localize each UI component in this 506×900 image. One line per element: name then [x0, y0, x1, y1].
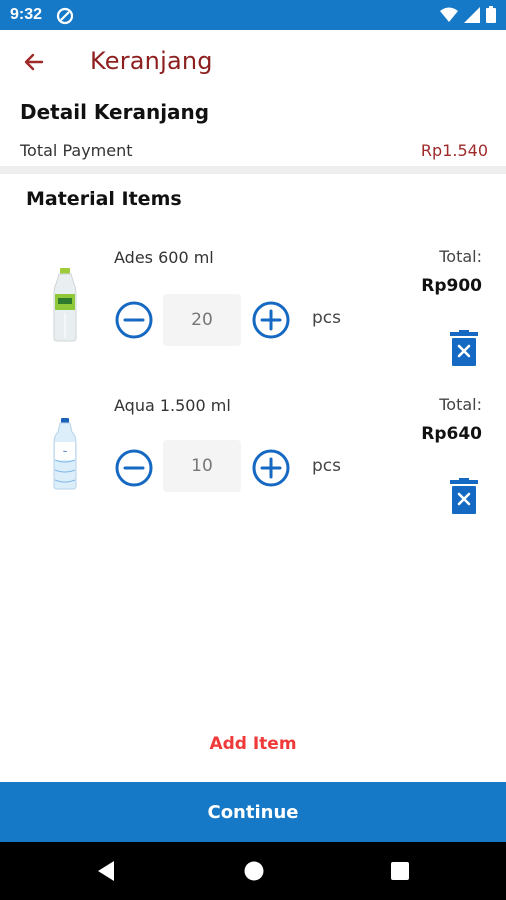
plus-circle-icon[interactable]	[251, 448, 291, 488]
continue-button[interactable]: Continue	[0, 782, 506, 842]
status-time: 9:32	[10, 6, 43, 23]
status-bar: 9:32	[0, 0, 506, 30]
wifi-icon	[440, 7, 458, 28]
battery-icon	[486, 6, 496, 28]
back-button[interactable]	[16, 46, 52, 82]
section-divider	[0, 166, 506, 174]
quantity-input[interactable]: 20	[163, 294, 241, 346]
quantity-input[interactable]: 10	[163, 440, 241, 492]
item-name: Aqua 1.500 ml	[114, 396, 231, 415]
signal-icon	[464, 6, 480, 28]
plus-circle-icon[interactable]	[251, 300, 291, 340]
minus-circle-icon[interactable]	[114, 448, 154, 488]
detail-title: Detail Keranjang	[20, 100, 210, 124]
total-payment-value: Rp1.540	[420, 141, 488, 160]
nav-back-icon[interactable]	[96, 860, 116, 887]
list-item: ~ Aqua 1.500 ml 10 pcs Total: Rp640	[0, 388, 506, 528]
nav-home-icon[interactable]	[243, 860, 265, 887]
item-total-value: Rp640	[421, 424, 482, 444]
item-total-label: Total:	[439, 247, 482, 266]
material-items-title: Material Items	[26, 188, 182, 210]
nav-recent-icon[interactable]	[390, 861, 410, 886]
aqua-bottle-image: ~	[50, 418, 80, 495]
unit-label: pcs	[312, 456, 341, 476]
item-name: Ades 600 ml	[114, 248, 214, 267]
ades-bottle-image	[50, 268, 80, 347]
navigation-bar	[0, 842, 506, 900]
status-icons	[440, 6, 496, 28]
trash-icon[interactable]	[450, 478, 478, 514]
minus-circle-icon[interactable]	[114, 300, 154, 340]
item-total-label: Total:	[439, 395, 482, 414]
circle-slash-icon	[56, 7, 74, 30]
trash-icon[interactable]	[450, 330, 478, 366]
app-bar: Keranjang	[0, 30, 506, 96]
list-item: Ades 600 ml 20 pcs Total: Rp900	[0, 240, 506, 380]
item-total-value: Rp900	[421, 276, 482, 296]
total-payment-label: Total Payment	[20, 141, 133, 160]
svg-text:~: ~	[63, 449, 67, 456]
page-title: Keranjang	[90, 47, 213, 75]
add-item-button[interactable]: Add Item	[0, 734, 506, 754]
arrow-left-icon	[22, 50, 46, 79]
cart-screen: 9:32 Keranjang Detail Keranjang Total Pa…	[0, 0, 506, 900]
unit-label: pcs	[312, 308, 341, 328]
